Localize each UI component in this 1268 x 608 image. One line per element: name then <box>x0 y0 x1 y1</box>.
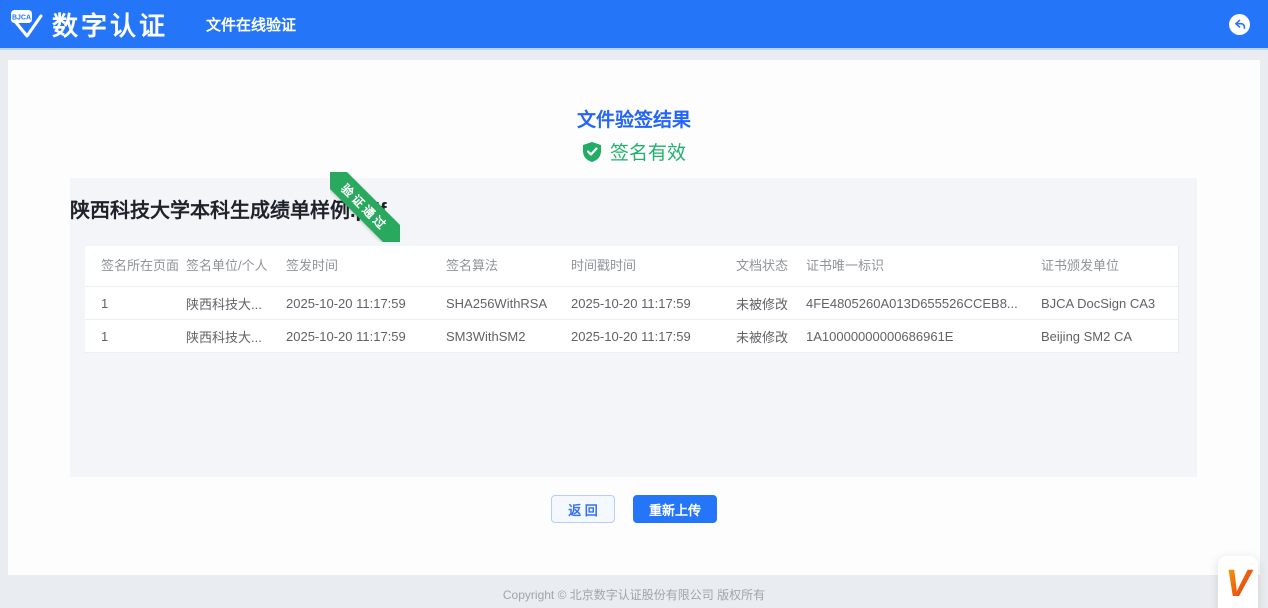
cell-sign-time: 2025-10-20 11:17:59 <box>286 296 446 311</box>
table-row: 1 陕西科技大... 2025-10-20 11:17:59 SHA256Wit… <box>85 287 1178 320</box>
action-buttons: 返 回 重新上传 <box>551 495 717 523</box>
svg-text:V: V <box>1225 563 1253 605</box>
status-line: 签名有效 <box>8 138 1260 165</box>
app-header: BJCA 数字认证 文件在线验证 <box>0 0 1268 50</box>
v-float-badge[interactable]: V <box>1218 556 1258 608</box>
column-header: 证书唯一标识 <box>806 253 1041 279</box>
brand-title: 数字认证 <box>52 6 168 43</box>
cell-algorithm: SHA256WithRSA <box>446 296 571 311</box>
brand: BJCA 数字认证 <box>10 6 168 43</box>
cell-timestamp: 2025-10-20 11:17:59 <box>571 296 736 311</box>
cell-doc-status: 未被修改 <box>736 327 806 346</box>
cell-algorithm: SM3WithSM2 <box>446 329 571 344</box>
v-logo-icon: V <box>1222 562 1254 606</box>
cell-cert-issuer: Beijing SM2 CA <box>1041 329 1178 344</box>
column-header: 签名算法 <box>446 253 571 279</box>
column-header: 签名所在页面 <box>101 253 186 279</box>
table-row: 1 陕西科技大... 2025-10-20 11:17:59 SM3WithSM… <box>85 320 1178 353</box>
document-name: 陕西科技大学本科生成绩单样例.pdf <box>70 194 387 223</box>
column-header: 时间戳时间 <box>571 253 736 279</box>
svg-text:BJCA: BJCA <box>12 15 31 22</box>
cell-cert-id: 1A10000000000686961E <box>806 329 1041 344</box>
cell-page: 1 <box>101 296 186 311</box>
column-header: 证书颁发单位 <box>1041 253 1178 279</box>
cell-cert-id: 4FE4805260A013D655526CCEB8... <box>806 296 1041 311</box>
cell-cert-issuer: BJCA DocSign CA3 <box>1041 296 1178 311</box>
column-header: 文档状态 <box>736 253 806 279</box>
back-circle-icon[interactable] <box>1229 14 1250 35</box>
back-button[interactable]: 返 回 <box>551 495 615 523</box>
signature-table: 签名所在页面 签名单位/个人 签发时间 签名算法 时间戳时间 文档状态 证书唯一… <box>85 246 1179 353</box>
column-header: 签发时间 <box>286 253 446 279</box>
main-card: 文件验签结果 签名有效 陕西科技大学本科生成绩单样例.pdf 验证通过 签名所在… <box>8 60 1260 575</box>
cell-signer: 陕西科技大... <box>186 327 286 346</box>
page-title: 文件验签结果 <box>8 105 1260 132</box>
nav-item-file-online-verify[interactable]: 文件在线验证 <box>206 14 296 35</box>
footer-copyright: Copyright © 北京数字认证股份有限公司 版权所有 <box>0 586 1268 603</box>
reupload-button[interactable]: 重新上传 <box>633 495 717 523</box>
cell-doc-status: 未被修改 <box>736 294 806 313</box>
cell-sign-time: 2025-10-20 11:17:59 <box>286 329 446 344</box>
table-header-row: 签名所在页面 签名单位/个人 签发时间 签名算法 时间戳时间 文档状态 证书唯一… <box>85 246 1178 287</box>
cell-page: 1 <box>101 329 186 344</box>
status-badge: 签名有效 <box>610 138 686 165</box>
result-panel: 陕西科技大学本科生成绩单样例.pdf 验证通过 签名所在页面 签名单位/个人 签… <box>70 178 1197 477</box>
cell-timestamp: 2025-10-20 11:17:59 <box>571 329 736 344</box>
column-header: 签名单位/个人 <box>186 253 286 279</box>
bjca-logo-icon: BJCA <box>10 7 44 41</box>
shield-check-icon <box>582 141 602 163</box>
cell-signer: 陕西科技大... <box>186 294 286 313</box>
